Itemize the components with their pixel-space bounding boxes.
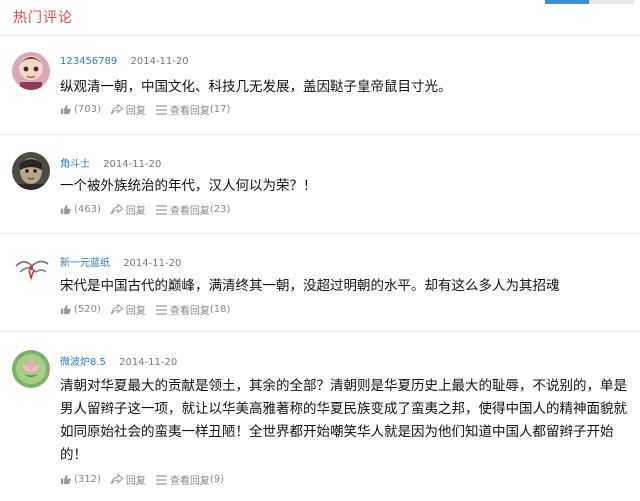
share-arrow-icon — [110, 204, 123, 215]
thumbs-up-icon — [60, 304, 71, 315]
reply-count: (17) — [209, 104, 231, 115]
comment-date: 2014-11-20 — [103, 159, 162, 170]
avatar[interactable] — [12, 152, 50, 190]
comment-username[interactable]: 新一元蓝纸 — [60, 258, 110, 269]
view-replies-label: 查看回复 — [169, 206, 210, 217]
list-icon — [155, 474, 167, 485]
list-icon — [155, 304, 167, 315]
view-replies-label: 查看回复 — [169, 306, 210, 317]
comment-actions: (520) 回复 查看回复 (18) — [60, 302, 230, 317]
comment-text: 宋代是中国古代的巅峰，满清终其一朝，没超过明朝的水平。却有这么多人为其招魂 — [60, 278, 560, 294]
comment-date: 2014-11-20 — [123, 258, 182, 269]
comment-date: 2014-11-20 — [130, 56, 189, 67]
comment-actions: (312) 回复 查看回复 (9) — [60, 472, 224, 487]
avatar[interactable] — [12, 250, 50, 288]
comment-date: 2014-11-20 — [119, 357, 178, 368]
section-title: 热门评论 — [13, 10, 73, 26]
share-arrow-icon — [110, 304, 123, 315]
view-replies-label: 查看回复 — [169, 106, 210, 117]
view-replies-button[interactable]: 查看回复 (18) — [155, 302, 231, 317]
reply-count: (23) — [209, 204, 231, 215]
reply-button[interactable]: 回复 — [110, 202, 146, 217]
like-count: (463) — [74, 204, 101, 215]
header-divider — [0, 35, 640, 36]
view-replies-button[interactable]: 查看回复 (17) — [155, 102, 231, 117]
view-replies-button[interactable]: 查看回复 (9) — [155, 472, 225, 487]
comment-actions: (703) 回复 查看回复 (17) — [60, 102, 230, 117]
thumbs-up-icon — [60, 474, 71, 485]
view-replies-button[interactable]: 查看回复 (23) — [155, 202, 231, 217]
reply-count: (9) — [209, 474, 225, 485]
reply-button[interactable]: 回复 — [110, 302, 146, 317]
comment-meta: 新一元蓝纸 2014-11-20 — [60, 254, 181, 269]
comment-meta: 123456789 2014-11-20 — [60, 56, 189, 67]
list-icon — [155, 104, 167, 115]
comment-text: 纵观清一朝，中国文化、科技几无发展，盖因鞑子皇帝鼠目寸光。 — [60, 79, 452, 95]
avatar[interactable] — [12, 52, 50, 90]
like-count: (312) — [74, 474, 101, 485]
reply-label: 回复 — [125, 306, 146, 317]
comment-meta: 角斗士 2014-11-20 — [60, 155, 161, 170]
avatar[interactable] — [12, 350, 50, 388]
share-arrow-icon — [110, 474, 123, 485]
view-replies-label: 查看回复 — [169, 476, 210, 487]
comment-actions: (463) 回复 查看回复 (23) — [60, 202, 230, 217]
comment-username[interactable]: 123456789 — [60, 56, 117, 67]
like-count: (520) — [74, 304, 101, 315]
like-button[interactable]: (703) — [60, 104, 101, 115]
reply-label: 回复 — [125, 206, 146, 217]
thumbs-up-icon — [60, 104, 71, 115]
comment-username[interactable]: 微波炉8.5 — [60, 357, 106, 368]
top-tab-strip — [545, 0, 634, 4]
tab-active-indicator[interactable] — [545, 0, 589, 4]
comment-meta: 微波炉8.5 2014-11-20 — [60, 353, 177, 368]
comment-divider — [0, 233, 640, 234]
comment-text: 清朝对华夏最大的贡献是领土，其余的全部？清朝则是华夏历史上最大的耻辱，不说别的，… — [60, 378, 627, 463]
reply-label: 回复 — [125, 476, 146, 487]
comment-divider — [0, 134, 640, 135]
list-icon — [155, 204, 167, 215]
comment-divider — [0, 331, 640, 332]
reply-count: (18) — [209, 304, 231, 315]
like-button[interactable]: (312) — [60, 474, 101, 485]
comment-text: 一个被外族统治的年代，汉人何以为荣？！ — [60, 178, 317, 194]
like-button[interactable]: (520) — [60, 304, 101, 315]
comment-username[interactable]: 角斗士 — [60, 159, 90, 170]
like-count: (703) — [74, 104, 101, 115]
share-arrow-icon — [110, 104, 123, 115]
reply-button[interactable]: 回复 — [110, 102, 146, 117]
thumbs-up-icon — [60, 204, 71, 215]
reply-button[interactable]: 回复 — [110, 472, 146, 487]
reply-label: 回复 — [125, 106, 146, 117]
tab-inactive-indicator[interactable] — [589, 0, 634, 4]
like-button[interactable]: (463) — [60, 204, 101, 215]
